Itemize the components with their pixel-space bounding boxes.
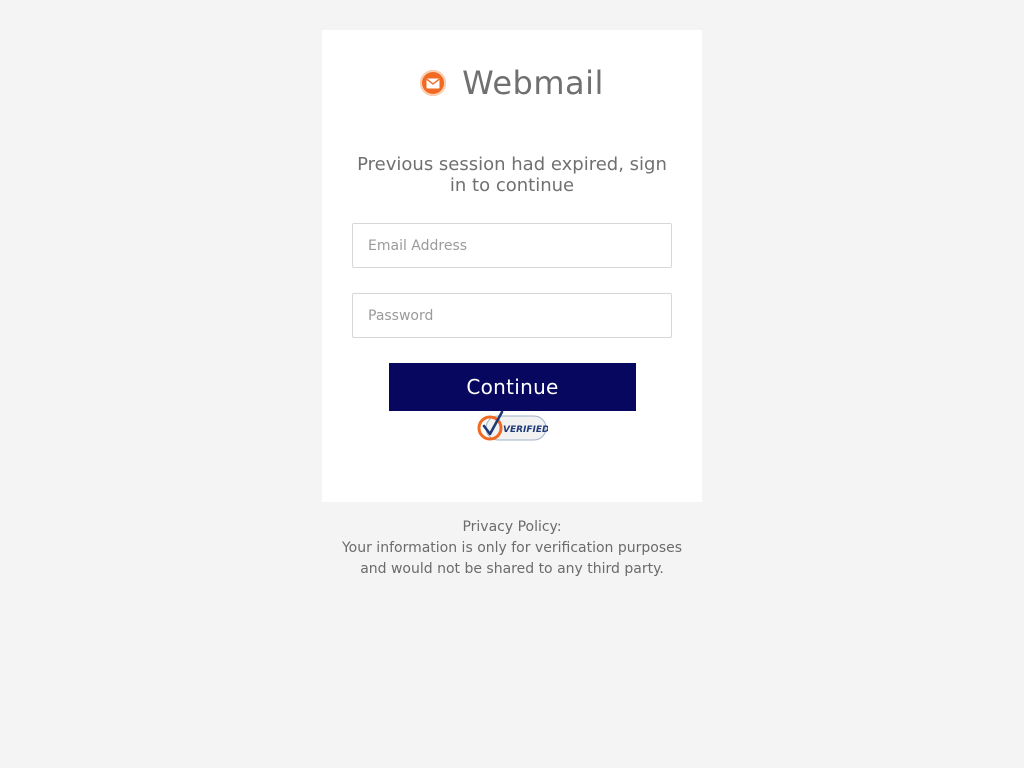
brand-title: Webmail — [462, 64, 604, 102]
privacy-text-line1: Your information is only for verificatio… — [341, 540, 683, 556]
verified-badge: VERIFIED — [476, 410, 550, 444]
verified-badge-text: VERIFIED — [503, 425, 548, 435]
login-card: Webmail Previous session had expired, si… — [322, 30, 702, 502]
session-expired-message: Previous session had expired, sign in to… — [357, 154, 667, 196]
email-field[interactable] — [352, 223, 672, 268]
brand-header: Webmail — [322, 63, 702, 103]
privacy-text-line2: and would not be shared to any third par… — [360, 561, 664, 577]
continue-button[interactable]: Continue — [389, 363, 636, 411]
privacy-policy: Privacy Policy: Your information is only… — [322, 517, 702, 580]
password-field[interactable] — [352, 293, 672, 338]
privacy-heading: Privacy Policy: — [462, 519, 562, 535]
envelope-icon — [420, 70, 447, 96]
